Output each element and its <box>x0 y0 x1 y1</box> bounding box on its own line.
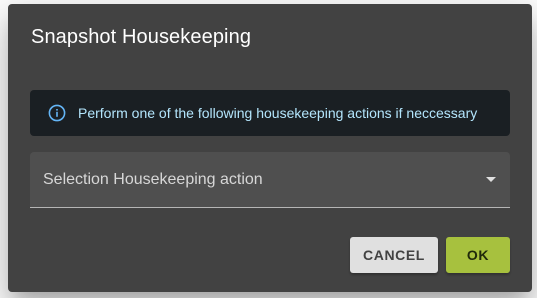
alert-message: Perform one of the following housekeepin… <box>78 105 478 121</box>
cancel-button[interactable]: CANCEL <box>350 237 438 273</box>
housekeeping-action-select[interactable]: Selection Housekeeping action <box>30 152 510 208</box>
caret-down-icon <box>486 177 496 182</box>
snapshot-housekeeping-dialog: Snapshot Housekeeping Perform one of the… <box>8 4 532 292</box>
select-label: Selection Housekeeping action <box>43 170 263 188</box>
info-icon <box>48 104 66 122</box>
info-alert: Perform one of the following housekeepin… <box>30 90 510 136</box>
ok-button[interactable]: OK <box>446 237 510 273</box>
dialog-title: Snapshot Housekeeping <box>31 26 252 48</box>
